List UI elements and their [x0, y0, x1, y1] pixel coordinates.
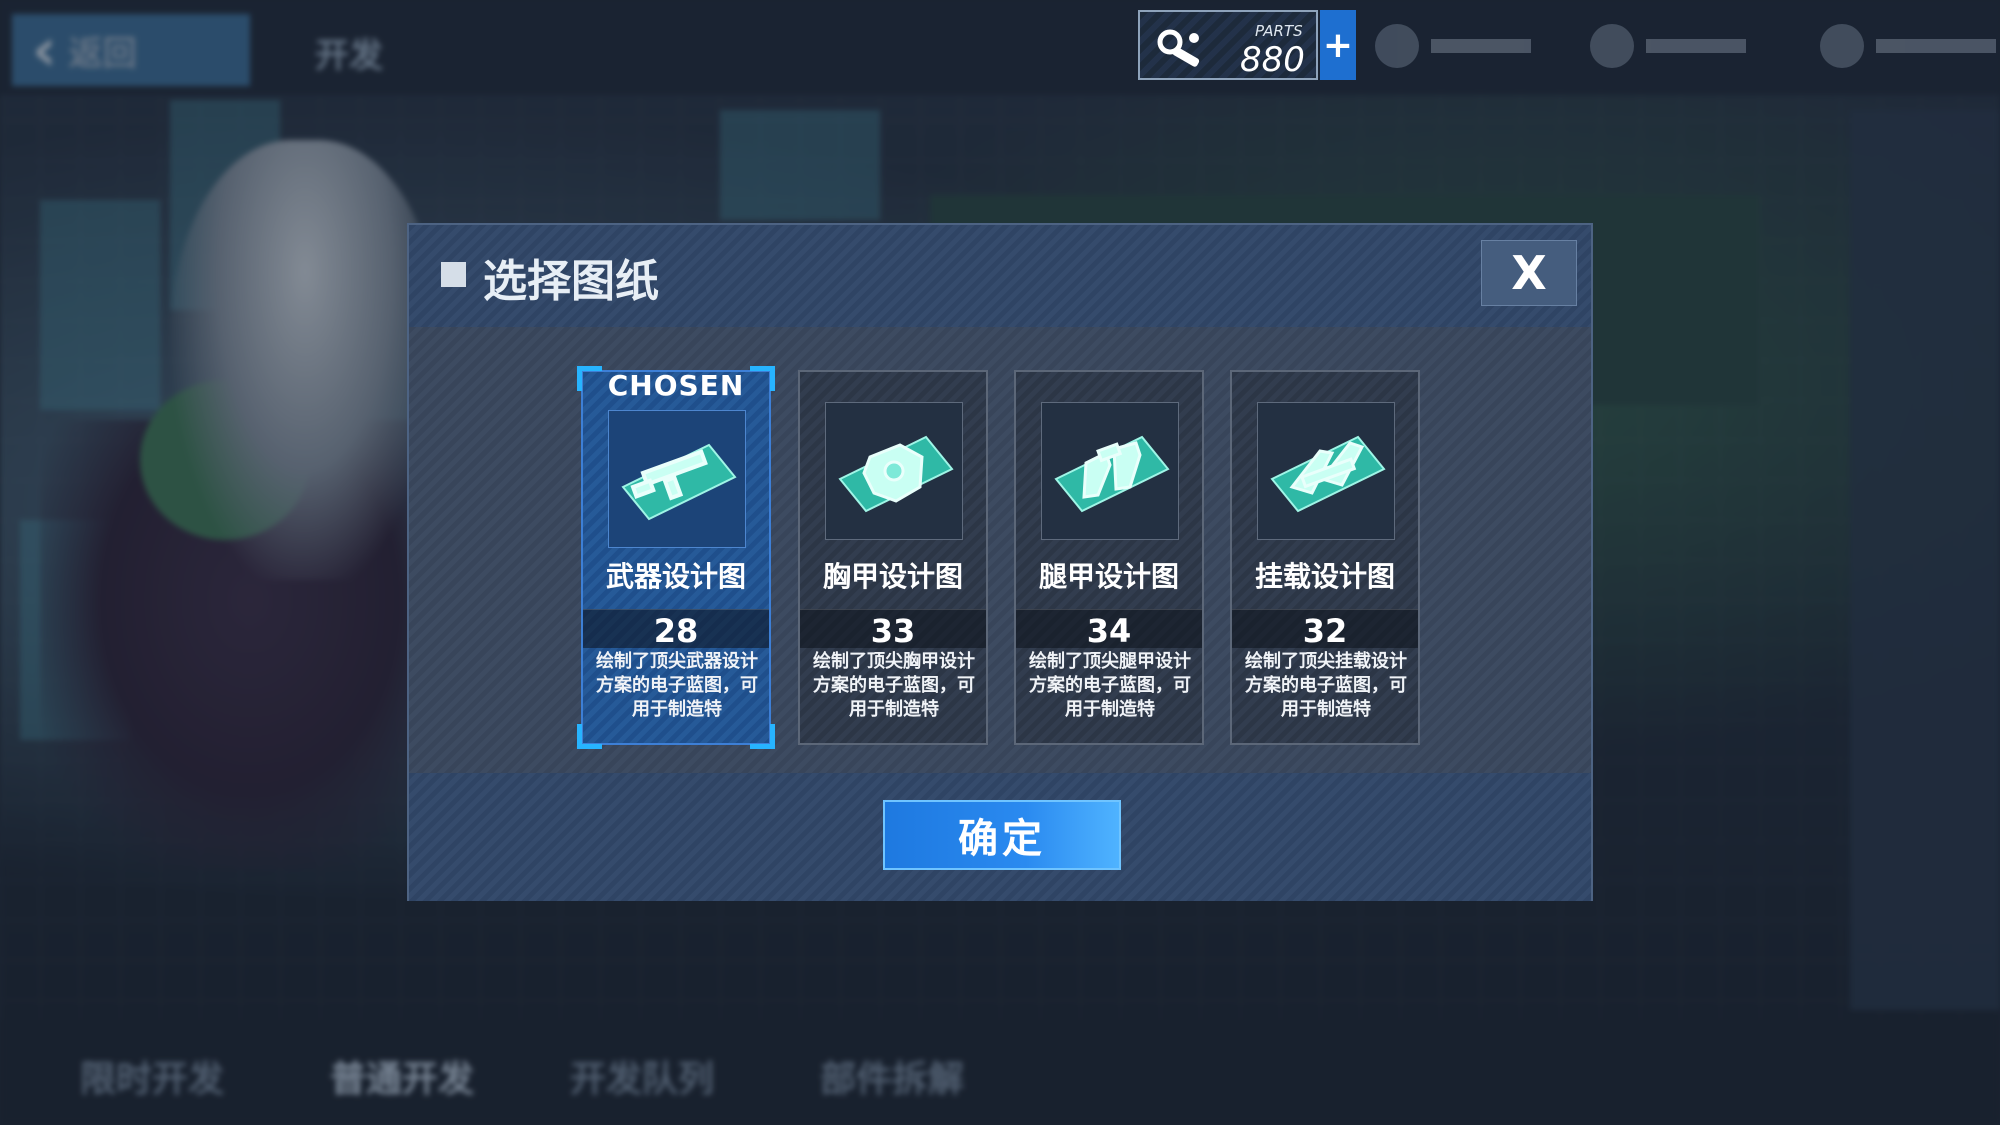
close-icon: X	[1511, 246, 1547, 300]
plus-icon: +	[1322, 24, 1354, 66]
leg-armor-blueprint-icon	[1041, 402, 1179, 540]
weapon-blueprint-icon	[608, 410, 746, 548]
blueprint-count: 33	[870, 612, 916, 650]
blueprint-card-chest[interactable]: 胸甲设计图 33 绘制了顶尖胸甲设计方案的电子蓝图，可用于制造特	[798, 370, 988, 745]
dialog-body: CHOSEN 武器设计图 28 绘制了顶尖武器设计方案的电子蓝图，可用于制造特	[409, 327, 1591, 773]
resource-value	[1431, 39, 1531, 53]
resource-value	[1876, 39, 1996, 53]
blueprint-description: 绘制了顶尖胸甲设计方案的电子蓝图，可用于制造特	[813, 651, 975, 720]
bottom-tab-bar	[0, 1020, 2000, 1125]
hologram-panel	[40, 200, 160, 410]
character-figure	[170, 140, 440, 580]
resource-diamond	[1375, 16, 1531, 76]
blueprint-name: 腿甲设计图	[1038, 560, 1179, 593]
blueprint-name: 挂载设计图	[1254, 560, 1395, 593]
parts-value: 880	[1240, 40, 1305, 80]
blueprint-card-legs[interactable]: 腿甲设计图 34 绘制了顶尖腿甲设计方案的电子蓝图，可用于制造特	[1014, 370, 1204, 745]
tab-normal-dev[interactable]: 普通开发	[330, 1050, 474, 1102]
blueprint-card-weapon[interactable]: CHOSEN 武器设计图 28 绘制了顶尖武器设计方案的电子蓝图，可用于制造特	[577, 366, 775, 749]
confirm-button[interactable]: 确定	[883, 800, 1121, 870]
add-parts-button[interactable]: +	[1320, 10, 1356, 80]
blueprint-card-mount[interactable]: 挂载设计图 32 绘制了顶尖挂载设计方案的电子蓝图，可用于制造特	[1230, 370, 1420, 745]
tab-parts-dismantle[interactable]: 部件拆解	[820, 1050, 964, 1102]
blueprint-description: 绘制了顶尖武器设计方案的电子蓝图，可用于制造特	[596, 651, 758, 720]
back-button[interactable]: ‹ 返回	[12, 14, 250, 86]
mount-blueprint-icon	[1257, 402, 1395, 540]
parts-counter: PARTS 880	[1138, 10, 1318, 80]
tab-limited-dev[interactable]: 限时开发	[80, 1050, 224, 1102]
parts-label: PARTS	[1255, 22, 1303, 40]
blueprint-count: 28	[653, 612, 699, 650]
hologram-panel	[720, 110, 880, 220]
blueprint-description: 绘制了顶尖挂载设计方案的电子蓝图，可用于制造特	[1245, 651, 1407, 720]
resource-energy	[1820, 16, 1996, 76]
resource-coin	[1590, 16, 1746, 76]
blueprint-count: 34	[1086, 612, 1132, 650]
select-blueprint-dialog: 选择图纸 X CHOSEN 武器设计图 28 绘制了顶尖武器设计方案的电子蓝图，…	[407, 223, 1593, 901]
tab-dev-queue[interactable]: 开发队列	[570, 1050, 714, 1102]
title-square-icon	[441, 262, 466, 287]
blueprint-description: 绘制了顶尖腿甲设计方案的电子蓝图，可用于制造特	[1029, 651, 1191, 720]
chest-armor-blueprint-icon	[825, 402, 963, 540]
blueprint-name: 武器设计图	[605, 560, 746, 593]
coin-icon	[1590, 24, 1634, 68]
energy-icon	[1820, 24, 1864, 68]
dialog-footer: 确定	[409, 773, 1591, 901]
confirm-label: 确定	[958, 816, 1046, 862]
diamond-icon	[1375, 24, 1419, 68]
chevron-left-icon: ‹	[32, 15, 57, 85]
blueprint-name: 胸甲设计图	[822, 560, 963, 593]
close-button[interactable]: X	[1481, 240, 1577, 306]
back-label: 返回	[68, 33, 137, 74]
resource-value	[1646, 39, 1746, 53]
page-title: 开发	[315, 36, 383, 76]
chosen-label: CHOSEN	[607, 369, 745, 402]
dialog-title: 选择图纸	[483, 256, 659, 307]
wrench-bolt-icon	[1157, 29, 1200, 67]
right-side-menu	[1850, 110, 2000, 1010]
blueprint-count: 32	[1302, 612, 1348, 650]
dialog-header: 选择图纸 X	[409, 225, 1591, 327]
